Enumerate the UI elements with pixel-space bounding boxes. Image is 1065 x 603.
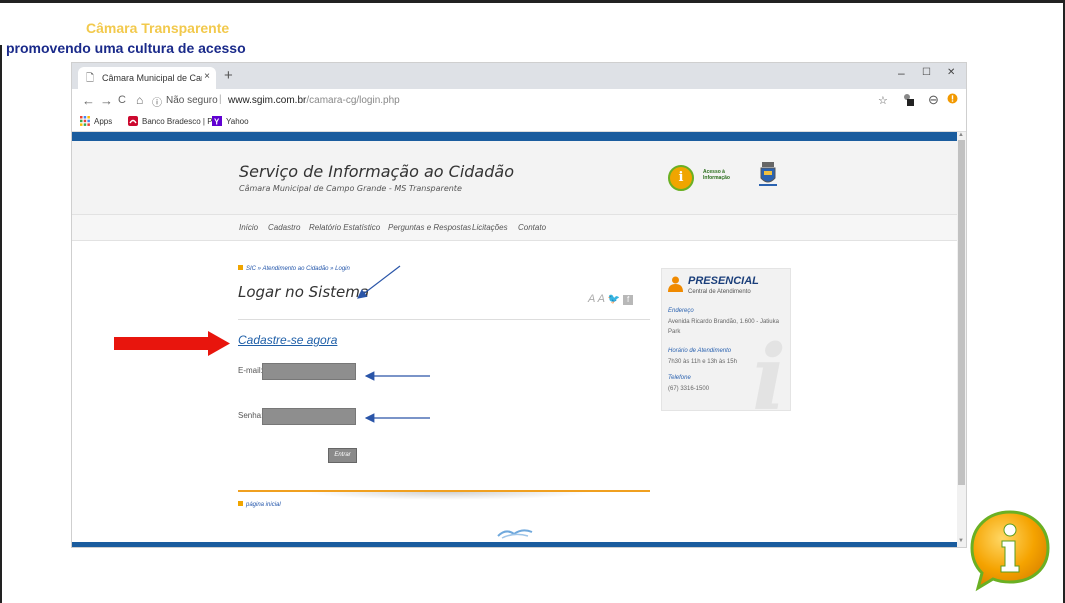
red-arrow-icon xyxy=(114,331,230,356)
annotation-layer xyxy=(114,265,430,423)
title-pointer-arrow xyxy=(357,265,401,299)
acesso-informacao-large-icon xyxy=(970,510,1050,592)
